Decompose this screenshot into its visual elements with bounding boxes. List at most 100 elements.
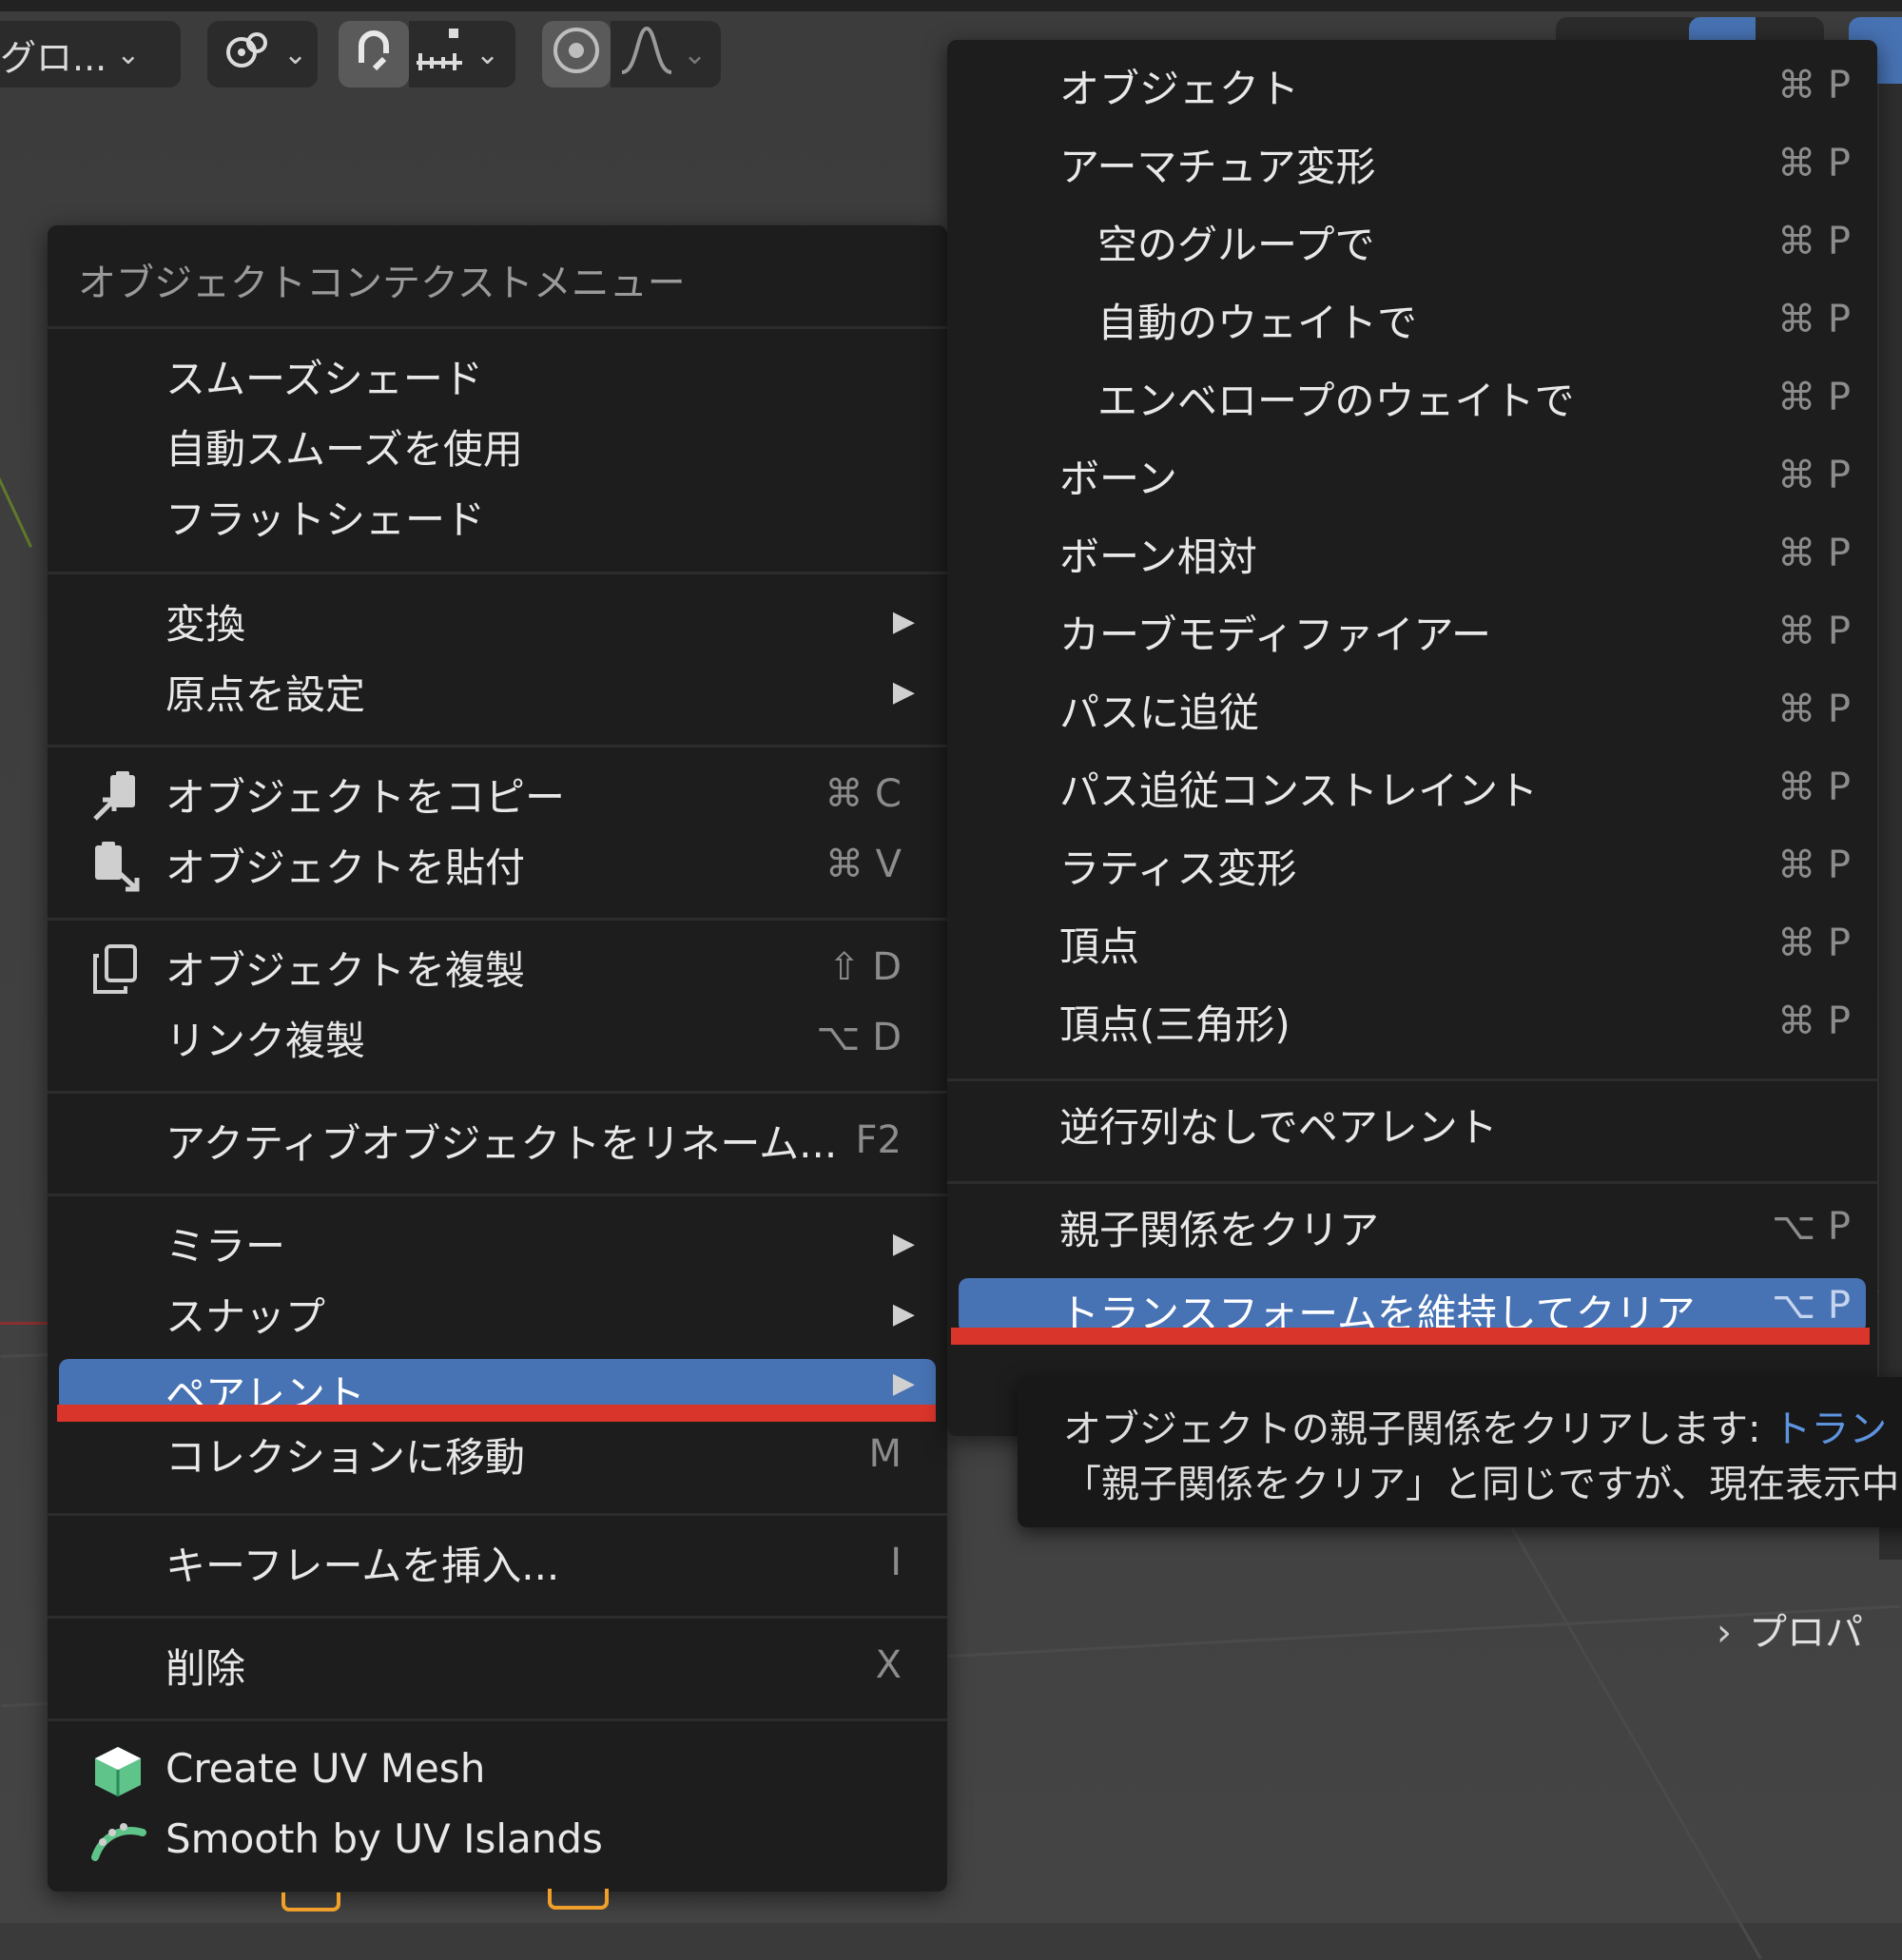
submenu-item-bone-relative[interactable]: ボーン相対 ⌘ P [959, 519, 1866, 588]
submenu-item-curve-modifier[interactable]: カーブモディファイアー ⌘ P [959, 597, 1866, 666]
menu-item-set-origin[interactable]: 原点を設定 ▶ [59, 657, 936, 726]
menu-item-shortcut: ⌘ P [1777, 844, 1851, 887]
menu-item-label: 逆行列なしでペアレント [1059, 1103, 1498, 1151]
submenu-item-vertex-triangle[interactable]: 頂点(三角形) ⌘ P [959, 987, 1866, 1056]
submenu-item-armature-deform[interactable]: アーマチュア変形 ⌘ P [959, 129, 1866, 198]
pivot-point-dropdown[interactable]: ⌄ [207, 21, 318, 87]
menu-item-shortcut: ⌘ P [1777, 298, 1851, 341]
menu-item-label: パス追従コンストレイント [1059, 767, 1539, 814]
submenu-arrow-icon: ▶ [892, 1367, 915, 1400]
menu-item-move-to-collection[interactable]: コレクションに移動 M [59, 1420, 936, 1488]
proportional-edit-toggle[interactable] [542, 21, 611, 87]
menu-item-smooth-by-uv-islands[interactable]: Smooth by UV Islands [59, 1804, 936, 1873]
menu-item-label: 原点を設定 [165, 670, 366, 718]
menu-item-shade-flat[interactable]: フラットシェード [59, 482, 936, 551]
menu-item-label: オブジェクトを複製 [165, 946, 526, 994]
menu-item-shortcut: ⌘ P [1777, 220, 1851, 263]
submenu-item-clear-keep-transform[interactable]: トランスフォームを維持してクリア ⌥ P [959, 1278, 1866, 1337]
chevron-down-icon: ⌄ [283, 37, 308, 71]
menu-separator [48, 1091, 947, 1094]
tooltip-operator-name: トラン [1773, 1407, 1888, 1451]
menu-separator [48, 572, 947, 574]
menu-item-label: アーマチュア変形 [1059, 143, 1376, 190]
menu-item-create-uv-mesh[interactable]: Create UV Mesh [59, 1734, 936, 1802]
submenu-item-lattice-deform[interactable]: ラティス変形 ⌘ P [959, 831, 1866, 900]
uv-mesh-icon [89, 1743, 143, 1796]
menu-item-shortcut: ⌘ P [1777, 688, 1851, 731]
menu-item-snap[interactable]: スナップ ▶ [59, 1279, 936, 1348]
menu-item-label: パスに追従 [1059, 689, 1260, 736]
menu-item-label: リンク複製 [165, 1017, 366, 1064]
menu-item-shortcut: ⌘ P [1777, 454, 1851, 497]
menu-separator [48, 918, 947, 921]
falloff-curve-icon [620, 25, 673, 85]
menu-item-shade-smooth[interactable]: スムーズシェード [59, 341, 936, 410]
menu-item-auto-smooth[interactable]: 自動スムーズを使用 [59, 412, 936, 480]
menu-item-copy-objects[interactable]: オブジェクトをコピー ⌘ C [59, 760, 936, 828]
menu-item-label: 頂点(三角形) [1059, 1000, 1291, 1048]
menu-item-label: オブジェクト [1059, 65, 1300, 112]
copy-icon [89, 769, 143, 823]
menu-item-paste-objects[interactable]: オブジェクトを貼付 ⌘ V [59, 830, 936, 899]
submenu-item-bone[interactable]: ボーン ⌘ P [959, 441, 1866, 510]
menu-item-mirror[interactable]: ミラー ▶ [59, 1209, 936, 1277]
transform-orientation-dropdown[interactable]: グロ... ⌄ [0, 21, 181, 87]
submenu-item-path-constraint[interactable]: パス追従コンストレイント ⌘ P [959, 753, 1866, 822]
submenu-item-envelope-weights[interactable]: エンベロープのウェイトで ⌘ P [959, 363, 1866, 432]
submenu-item-parent-without-inverse[interactable]: 逆行列なしでペアレント [959, 1090, 1866, 1158]
menu-item-convert[interactable]: 変換 ▶ [59, 587, 936, 655]
parent-submenu: オブジェクト ⌘ P アーマチュア変形 ⌘ P 空のグループで ⌘ P 自動のウ… [947, 40, 1877, 1436]
submenu-arrow-icon: ▶ [892, 604, 915, 638]
selected-object-outline[interactable] [548, 1889, 609, 1910]
submenu-item-vertex[interactable]: 頂点 ⌘ P [959, 909, 1866, 978]
menu-separator [48, 1513, 947, 1516]
snap-toggle-button[interactable] [339, 21, 409, 87]
menu-item-label: Create UV Mesh [165, 1744, 486, 1792]
menu-separator [48, 326, 947, 329]
menu-item-shortcut: ⌘ P [1777, 922, 1851, 965]
menu-item-duplicate-objects[interactable]: オブジェクトを複製 ⇧ D [59, 933, 936, 1001]
menu-item-shortcut: ⌥ P [1772, 1284, 1851, 1328]
tooltip-line-1: オブジェクトの親子関係をクリアします: トラン [1063, 1407, 1888, 1451]
menu-item-shortcut: ⌘ P [1777, 532, 1851, 575]
menu-item-shortcut: ⌘ P [1777, 766, 1851, 809]
transform-orientation-label: グロ... [0, 36, 107, 79]
annotation-red-underline [951, 1328, 1870, 1345]
menu-item-shortcut: I [890, 1541, 902, 1584]
menu-item-label: 削除 [165, 1644, 246, 1692]
submenu-item-follow-path[interactable]: パスに追従 ⌘ P [959, 675, 1866, 744]
menu-item-label: エンベロープのウェイトで [1097, 377, 1575, 424]
snap-target-dropdown[interactable]: ⌄ [409, 21, 515, 87]
menu-item-label: 空のグループで [1097, 221, 1375, 268]
submenu-item-empty-groups[interactable]: 空のグループで ⌘ P [959, 207, 1866, 276]
submenu-item-clear-parent[interactable]: 親子関係をクリア ⌥ P [959, 1193, 1866, 1261]
selected-object-outline[interactable] [281, 1892, 340, 1911]
menu-item-label: ボーン相対 [1059, 533, 1257, 580]
menu-separator [48, 1718, 947, 1721]
menu-separator [947, 1181, 1877, 1184]
menu-separator [48, 745, 947, 747]
x-axis-line [0, 1322, 48, 1325]
submenu-arrow-icon: ▶ [892, 1226, 915, 1260]
menu-item-shortcut: ⌘ P [1777, 999, 1851, 1043]
menu-item-delete[interactable]: 削除 X [59, 1631, 936, 1699]
menu-item-rename-active[interactable]: アクティブオブジェクトをリネーム... F2 [59, 1106, 936, 1174]
menu-item-label: コレクションに移動 [165, 1433, 526, 1481]
menu-item-duplicate-linked[interactable]: リンク複製 ⌥ D [59, 1003, 936, 1072]
menu-item-label: スムーズシェード [165, 355, 483, 402]
falloff-dropdown[interactable]: ⌄ [611, 21, 721, 87]
menu-item-insert-keyframe[interactable]: キーフレームを挿入... I [59, 1528, 936, 1597]
menu-item-label: カーブモディファイアー [1059, 611, 1492, 658]
chevron-right-icon: › [1717, 1611, 1732, 1655]
menu-item-label: Smooth by UV Islands [165, 1814, 603, 1862]
submenu-item-automatic-weights[interactable]: 自動のウェイトで ⌘ P [959, 285, 1866, 354]
properties-panel-header[interactable]: › プロパ [1717, 1601, 1863, 1657]
menu-title: オブジェクトコンテクストメニュー [78, 262, 686, 305]
submenu-item-object[interactable]: オブジェクト ⌘ P [959, 51, 1866, 120]
tooltip-line-2: 「親子関係をクリア」と同じですが、現在表示中 [1063, 1463, 1900, 1506]
menu-item-shortcut: ⌘ P [1777, 376, 1851, 419]
menu-item-label: 頂点 [1059, 922, 1140, 970]
menu-item-label: ボーン [1059, 455, 1177, 502]
top-strip [0, 0, 1902, 11]
duplicate-icon [89, 942, 143, 996]
